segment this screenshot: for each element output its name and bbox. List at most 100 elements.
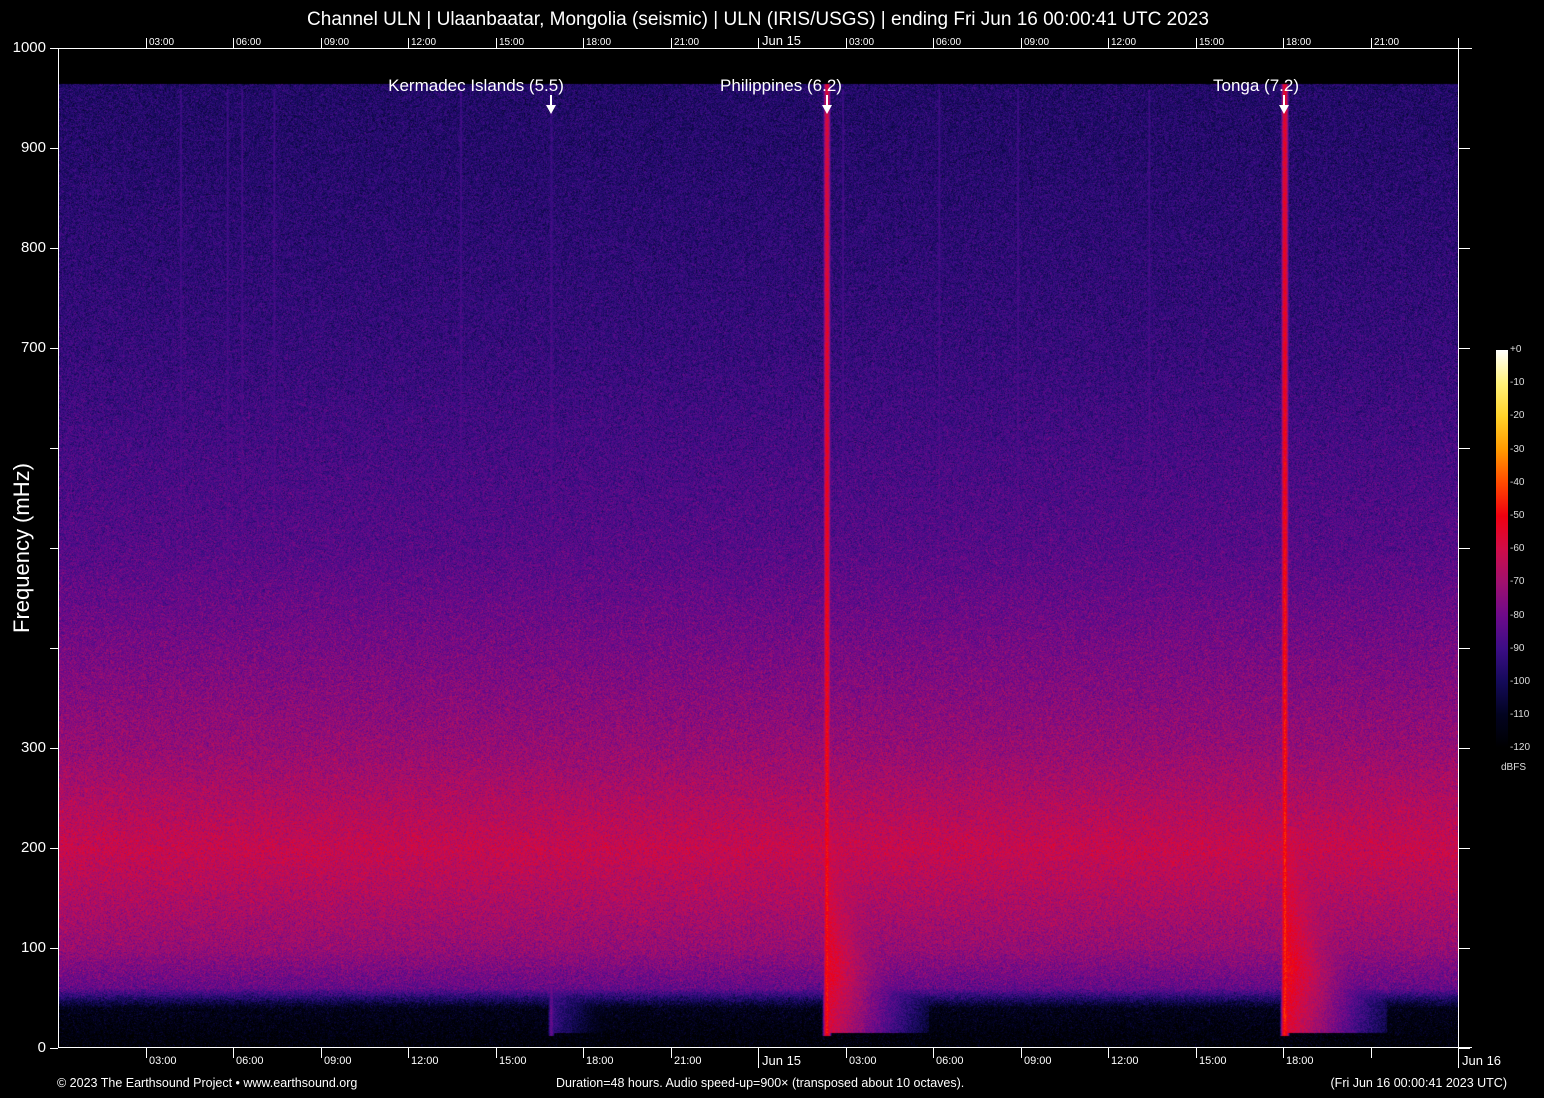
y-tick-label: 300 bbox=[20, 739, 46, 756]
event-arrow-icon bbox=[1279, 105, 1289, 114]
x-tick-bottom bbox=[408, 1048, 409, 1058]
colorbar-tick-label: -40 bbox=[1510, 476, 1525, 488]
x-tick-label-top: 09:00 bbox=[324, 37, 350, 48]
x-tick-bottom bbox=[846, 1048, 847, 1058]
x-tick-bottom bbox=[1196, 1048, 1197, 1058]
y-tick-left bbox=[50, 948, 58, 949]
y-tick-label: 800 bbox=[20, 239, 46, 256]
y-tick-label: 900 bbox=[20, 139, 46, 156]
x-tick-label-bottom: 18:00 bbox=[586, 1055, 614, 1067]
x-tick-label-bottom: 09:00 bbox=[324, 1055, 352, 1067]
x-tick-top bbox=[408, 38, 409, 48]
y-tick-left bbox=[50, 848, 58, 849]
x-tick-top bbox=[846, 38, 847, 48]
y-tick-right bbox=[1459, 948, 1470, 949]
y-tick-right bbox=[1459, 848, 1470, 849]
x-tick-label-bottom: 03:00 bbox=[849, 1055, 877, 1067]
x-tick-top bbox=[671, 38, 672, 48]
y-tick-left bbox=[50, 348, 58, 349]
x-tick-top bbox=[583, 38, 584, 48]
x-tick-top bbox=[233, 38, 234, 48]
y-tick-left bbox=[50, 248, 58, 249]
x-tick-label-bottom: Jun 16 bbox=[1462, 1053, 1502, 1068]
colorbar-tick-label: -60 bbox=[1510, 543, 1525, 555]
x-tick-label-top: 12:00 bbox=[411, 37, 437, 48]
x-tick-label-top: 21:00 bbox=[674, 37, 700, 48]
y-tick-left bbox=[50, 448, 58, 449]
x-tick-top bbox=[1458, 38, 1459, 48]
x-tick-label-top: 03:00 bbox=[849, 37, 875, 48]
event-label: Philippines (6.2) bbox=[720, 76, 842, 95]
colorbar-tick-label: -30 bbox=[1510, 443, 1525, 455]
y-tick-right bbox=[1459, 1048, 1470, 1049]
x-tick-label-bottom: 21:00 bbox=[674, 1055, 702, 1067]
footer-copyright: © 2023 The Earthsound Project • www.eart… bbox=[57, 1076, 358, 1090]
y-axis-title: Frequency (mHz) bbox=[9, 463, 34, 633]
event-arrow-stem bbox=[826, 95, 828, 105]
x-tick-bottom bbox=[758, 1048, 759, 1068]
x-tick-label-bottom: Jun 15 bbox=[762, 1053, 802, 1068]
x-tick-bottom bbox=[671, 1048, 672, 1058]
colorbar-unit-label: dBFS bbox=[1501, 762, 1527, 773]
colorbar-tick-label: -50 bbox=[1510, 510, 1525, 521]
y-tick-label: 200 bbox=[20, 839, 46, 856]
x-tick-label-top: 09:00 bbox=[1024, 37, 1050, 48]
x-tick-bottom bbox=[233, 1048, 234, 1058]
y-tick-label: 700 bbox=[20, 339, 46, 356]
y-tick-label: 0 bbox=[37, 1039, 46, 1056]
x-tick-top bbox=[321, 38, 322, 48]
x-tick-top bbox=[1283, 38, 1284, 48]
x-tick-bottom bbox=[1021, 1048, 1022, 1058]
x-tick-label-top: 03:00 bbox=[149, 37, 175, 48]
event-label: Tonga (7.2) bbox=[1213, 76, 1299, 95]
x-tick-bottom bbox=[583, 1048, 584, 1058]
y-tick-left bbox=[50, 48, 58, 49]
colorbar-tick-label: -100 bbox=[1510, 676, 1531, 687]
x-tick-bottom bbox=[1283, 1048, 1284, 1058]
x-tick-label-bottom: 06:00 bbox=[936, 1055, 964, 1067]
x-tick-label-bottom: 12:00 bbox=[1111, 1055, 1139, 1067]
x-tick-label-top: 12:00 bbox=[1111, 37, 1137, 48]
y-tick-right bbox=[1459, 548, 1470, 549]
x-axis-top bbox=[58, 48, 1472, 49]
colorbar bbox=[1496, 350, 1508, 748]
colorbar-tick-label: -20 bbox=[1510, 410, 1525, 422]
x-tick-label-top: 18:00 bbox=[586, 37, 612, 48]
x-tick-label-top: 15:00 bbox=[499, 37, 525, 48]
x-tick-label-top: 21:00 bbox=[1374, 37, 1400, 48]
event-label: Kermadec Islands (5.5) bbox=[388, 76, 564, 95]
colorbar-tick-label: -10 bbox=[1510, 377, 1525, 389]
colorbar-tick-label: -110 bbox=[1510, 709, 1530, 721]
y-tick-left bbox=[50, 1048, 58, 1049]
footer-duration: Duration=48 hours. Audio speed-up=900× (… bbox=[556, 1076, 965, 1090]
y-tick-right bbox=[1459, 348, 1470, 349]
x-tick-bottom bbox=[496, 1048, 497, 1058]
y-tick-left bbox=[50, 548, 58, 549]
y-tick-right bbox=[1459, 648, 1470, 649]
event-arrow-stem bbox=[550, 95, 552, 105]
x-tick-bottom bbox=[1458, 1048, 1459, 1068]
x-tick-bottom bbox=[321, 1048, 322, 1058]
x-axis-bottom bbox=[58, 1047, 1472, 1048]
x-tick-label-top: 06:00 bbox=[936, 37, 962, 48]
colorbar-tick-label: -120 bbox=[1510, 742, 1531, 754]
x-tick-bottom bbox=[1371, 1048, 1372, 1058]
y-tick-right bbox=[1459, 148, 1470, 149]
y-axis-left bbox=[58, 48, 59, 1048]
x-tick-bottom bbox=[933, 1048, 934, 1058]
y-tick-label: 1000 bbox=[12, 39, 46, 56]
y-tick-right bbox=[1459, 748, 1470, 749]
x-tick-top bbox=[933, 38, 934, 48]
spectrogram-plot bbox=[58, 48, 1458, 1048]
x-tick-top bbox=[1108, 38, 1109, 48]
colorbar-tick-label: -80 bbox=[1510, 609, 1525, 621]
colorbar-tick-label: +0 bbox=[1510, 344, 1522, 355]
x-tick-label-top: 15:00 bbox=[1199, 37, 1225, 48]
y-tick-right bbox=[1459, 248, 1470, 249]
x-tick-bottom bbox=[146, 1048, 147, 1058]
y-tick-left bbox=[50, 748, 58, 749]
event-arrow-icon bbox=[546, 105, 556, 114]
x-tick-top bbox=[496, 38, 497, 48]
event-arrow-icon bbox=[822, 105, 832, 114]
x-tick-top bbox=[1371, 38, 1372, 48]
